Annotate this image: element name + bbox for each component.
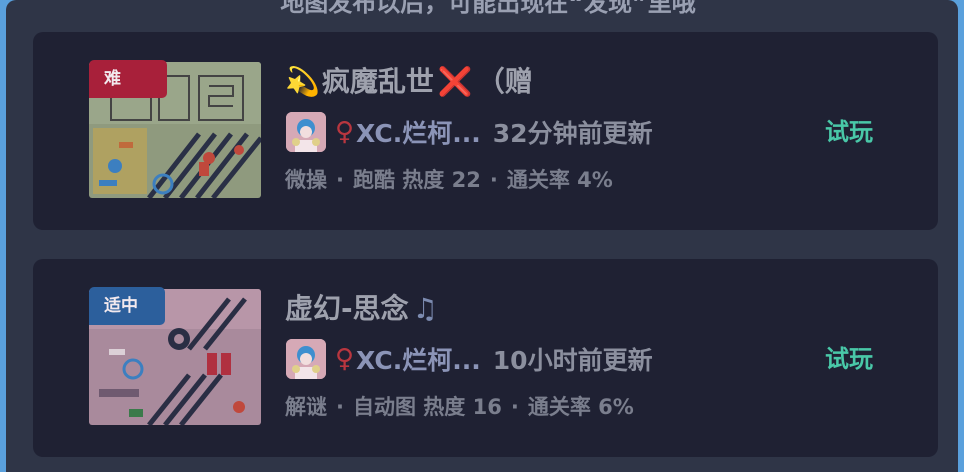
update-time: 32分钟前更新: [492, 119, 653, 148]
separator-dot: ·: [336, 168, 344, 192]
tag: 微操: [285, 168, 327, 192]
level-card[interactable]: 适中 虚幻-思念 ♫ ♀ XC.烂柯... 10小时前更新 解谜 · 自动图 热…: [33, 259, 938, 457]
level-card[interactable]: 难 💫 疯魔乱世 ❌ （赠 ♀ XC.烂柯... 32分钟前更新 微操 · 跑酷…: [33, 32, 938, 230]
level-meta: 解谜 · 自动图 热度 16 · 通关率 6%: [285, 391, 634, 423]
avatar[interactable]: [286, 112, 326, 152]
try-play-button[interactable]: 试玩: [825, 341, 873, 377]
level-title: 虚幻-思念 ♫: [285, 289, 438, 329]
music-note-icon: ♫: [412, 292, 438, 325]
author-row[interactable]: ♀ XC.烂柯... 10小时前更新: [286, 338, 653, 380]
cross-icon: ❌: [437, 65, 473, 98]
tag: 解谜: [285, 395, 327, 419]
tag: 跑酷: [352, 168, 395, 192]
author-name[interactable]: XC.烂柯...: [356, 341, 481, 377]
level-title: 💫 疯魔乱世 ❌ （赠: [285, 62, 533, 102]
level-title-text: 虚幻-思念: [285, 292, 409, 325]
avatar[interactable]: [286, 339, 326, 379]
author-name[interactable]: XC.烂柯...: [356, 114, 481, 150]
separator-dot: ·: [510, 395, 519, 419]
separator-dot: ·: [489, 168, 498, 192]
level-list-panel: 地图发布以后，可能出现在“发现”里哦 难 💫 疯魔乱世 ❌ （赠 ♀ XC.烂柯…: [6, 0, 958, 472]
author-row[interactable]: ♀ XC.烂柯... 32分钟前更新: [286, 111, 653, 153]
heat-value: 22: [451, 168, 481, 192]
heat-value: 16: [472, 395, 502, 419]
clear-rate-label: 通关率: [527, 395, 591, 419]
clear-rate-value: 4%: [577, 168, 613, 192]
level-title-text: 疯魔乱世: [321, 65, 434, 98]
tag: 自动图: [352, 395, 416, 419]
separator-dot: ·: [336, 395, 344, 419]
heat-label: 热度: [402, 168, 445, 192]
level-title-note: （赠: [476, 65, 533, 98]
dizzy-icon: 💫: [285, 65, 320, 98]
female-icon: ♀: [335, 117, 355, 147]
difficulty-badge: 难: [89, 60, 167, 98]
clear-rate-label: 通关率: [506, 168, 570, 192]
level-meta: 微操 · 跑酷 热度 22 · 通关率 4%: [285, 164, 613, 196]
difficulty-badge: 适中: [89, 287, 165, 325]
update-time: 10小时前更新: [492, 346, 653, 375]
heat-label: 热度: [423, 395, 466, 419]
try-play-button[interactable]: 试玩: [825, 114, 873, 150]
clear-rate-value: 6%: [598, 395, 634, 419]
publish-hint: 地图发布以后，可能出现在“发现”里哦: [280, 0, 696, 17]
female-icon: ♀: [335, 344, 355, 374]
